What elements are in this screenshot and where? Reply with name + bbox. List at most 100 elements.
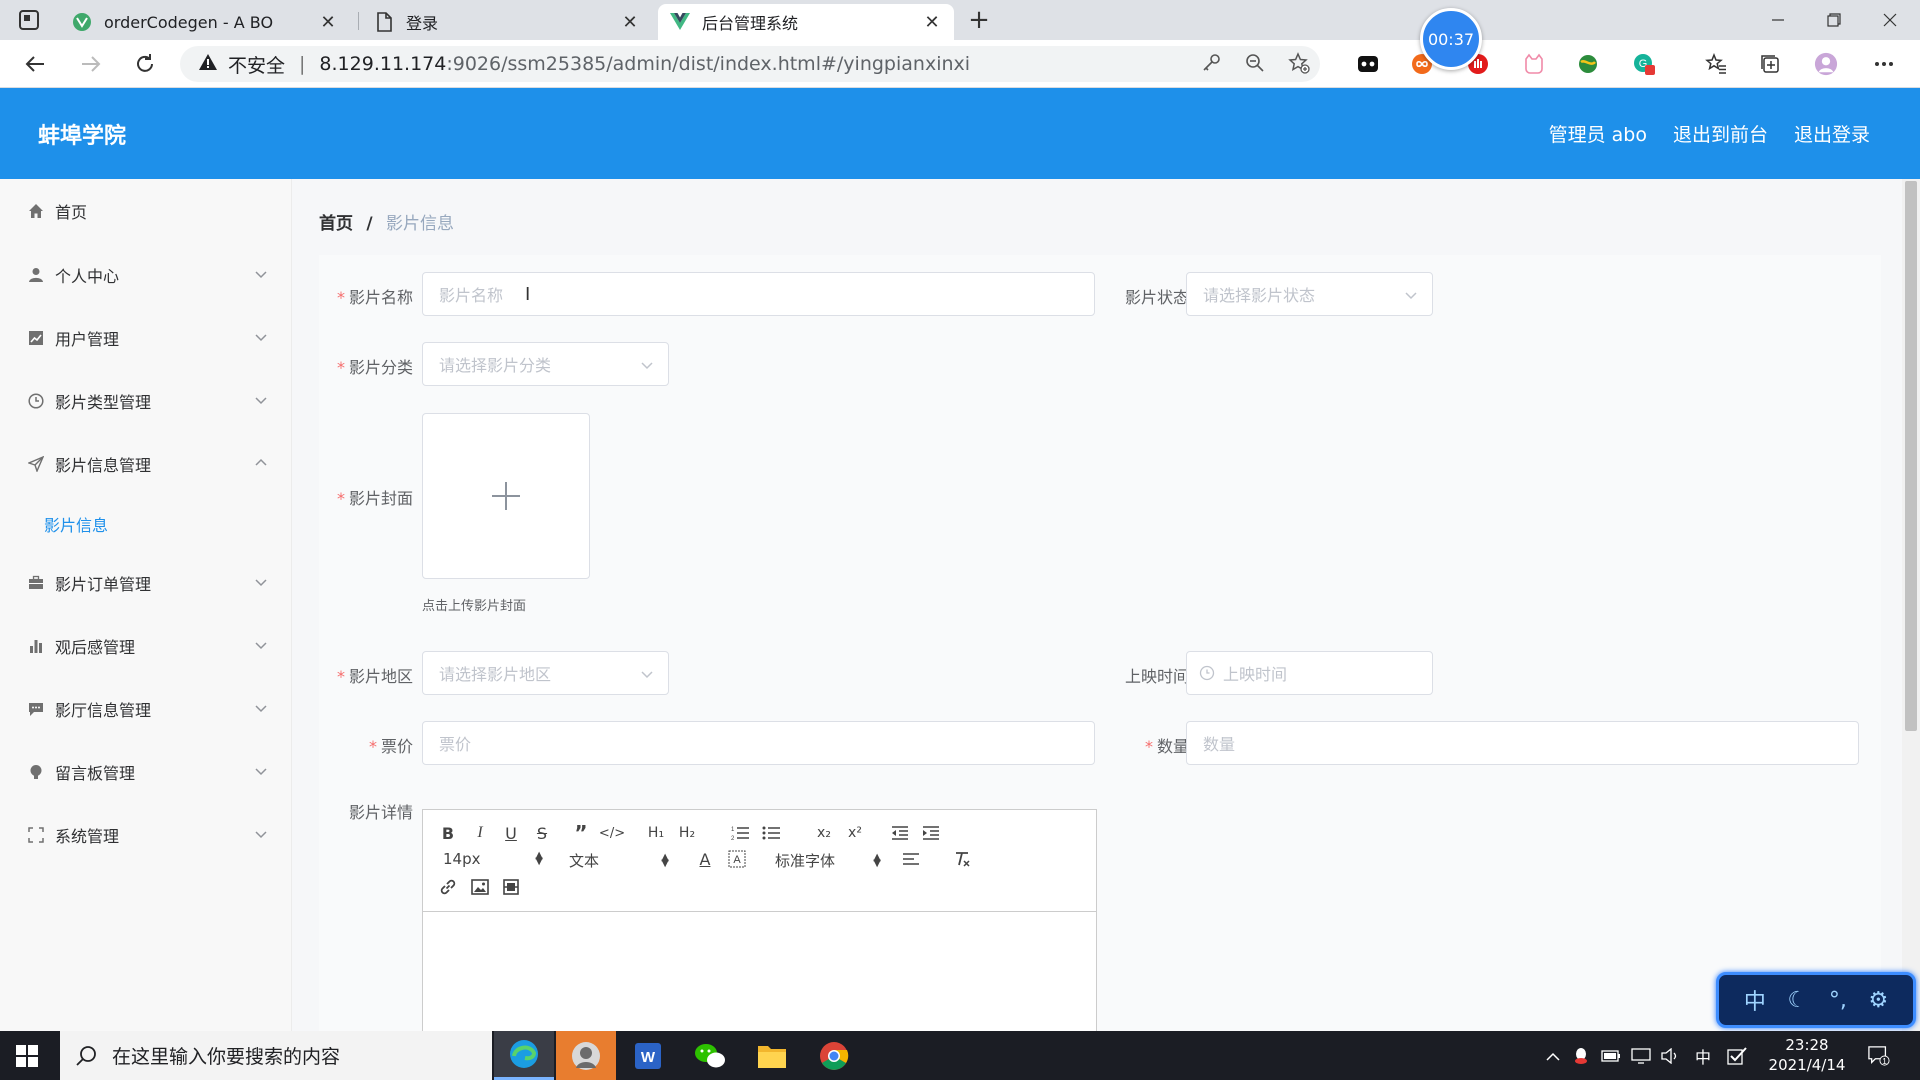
subscript-icon[interactable]: x₂ (813, 822, 835, 844)
favorites-icon[interactable] (1704, 52, 1728, 76)
new-tab-button[interactable]: + (964, 6, 994, 36)
indent-icon[interactable] (920, 822, 942, 844)
video-icon[interactable] (500, 876, 522, 898)
film-name-input[interactable]: 影片名称 I (422, 272, 1095, 316)
windows-start-icon[interactable] (16, 1045, 38, 1067)
outdent-icon[interactable] (889, 822, 911, 844)
logout-link[interactable]: 退出登录 (1794, 120, 1870, 147)
browser-tab-login[interactable]: 登录 ✕ (362, 4, 652, 40)
tray-network-icon[interactable] (1630, 1045, 1652, 1067)
taskbar-search[interactable]: 在这里输入你要搜索的内容 (60, 1031, 492, 1080)
tray-expand-icon[interactable] (1542, 1045, 1564, 1067)
strikethrough-icon[interactable]: S (531, 822, 553, 844)
film-region-select[interactable]: 请选择影片地区 (422, 651, 669, 695)
italic-icon[interactable]: I (469, 822, 491, 844)
heading-2-icon[interactable]: H₂ (676, 822, 698, 844)
release-time-picker[interactable]: 上映时间 (1186, 651, 1433, 695)
punctuation-icon[interactable]: °, (1829, 988, 1847, 1013)
extension-cat-icon[interactable] (1522, 52, 1546, 76)
taskbar-word-icon[interactable]: W (618, 1031, 678, 1080)
extension-g-icon[interactable]: G (1632, 52, 1656, 76)
ticket-price-input[interactable]: 票价 (422, 721, 1095, 765)
sidebar-item-message-board[interactable]: 留言板管理 (0, 752, 292, 792)
sidebar-item-home[interactable]: 首页 (0, 191, 292, 231)
taskbar-wechat-icon[interactable] (680, 1031, 740, 1080)
close-tab-icon[interactable]: ✕ (922, 12, 942, 33)
text-style-select[interactable]: 文本 ▲ ▼ (569, 850, 669, 871)
background-color-icon[interactable]: A (726, 848, 748, 870)
sidebar-item-system[interactable]: 系统管理 (0, 815, 292, 855)
breadcrumb-home[interactable]: 首页 (319, 214, 353, 234)
font-family-select[interactable]: 标准字体 ▲ ▼ (775, 850, 881, 871)
film-category-select[interactable]: 请选择影片分类 (422, 342, 669, 386)
tray-qq-icon[interactable] (1570, 1045, 1592, 1067)
taskbar-clock[interactable]: 23:28 2021/4/14 (1764, 1035, 1850, 1075)
link-icon[interactable] (437, 876, 459, 898)
taskbar-edge-icon[interactable] (494, 1031, 554, 1080)
collections-icon[interactable] (1758, 52, 1782, 76)
underline-icon[interactable]: U (500, 822, 522, 844)
address-bar[interactable]: 不安全 | 8.129.11.174 :9026/ssm25385/admin/… (180, 46, 1320, 82)
align-icon[interactable] (900, 848, 922, 870)
close-window-button[interactable] (1862, 0, 1918, 40)
bold-icon[interactable]: B (437, 822, 459, 844)
sidebar-item-orders[interactable]: 影片订单管理 (0, 563, 292, 603)
sidebar-item-reviews[interactable]: 观后感管理 (0, 626, 292, 666)
forward-button[interactable] (76, 49, 106, 79)
zoom-out-icon[interactable] (1244, 52, 1266, 79)
close-tab-icon[interactable]: ✕ (318, 12, 338, 33)
recording-timer[interactable]: 00:37 (1420, 8, 1482, 70)
image-icon[interactable] (469, 876, 491, 898)
page-scrollbar[interactable] (1902, 179, 1920, 1031)
font-size-select[interactable]: 14px ▲ ▼ (443, 850, 543, 868)
quantity-input[interactable]: 数量 (1186, 721, 1859, 765)
more-menu-icon[interactable] (1872, 52, 1896, 76)
ime-language-toggle[interactable]: 中 (1744, 984, 1766, 1016)
taskbar-chrome-icon[interactable] (804, 1031, 864, 1080)
heading-1-icon[interactable]: H₁ (645, 822, 667, 844)
code-block-icon[interactable]: </> (599, 822, 625, 844)
scrollbar-thumb[interactable] (1905, 181, 1917, 731)
profile-avatar-icon[interactable] (1814, 52, 1838, 76)
minimize-window-button[interactable] (1750, 0, 1806, 40)
film-status-select[interactable]: 请选择影片状态 (1186, 272, 1433, 316)
bullet-list-icon[interactable] (760, 822, 782, 844)
sidebar-item-profile[interactable]: 个人中心 (0, 255, 292, 295)
add-favorite-icon[interactable] (1288, 52, 1310, 79)
clear-format-icon[interactable] (951, 848, 973, 870)
browser-tab-admin[interactable]: 后台管理系统 ✕ (658, 4, 954, 40)
browser-tab-ordercodegen[interactable]: orderCodegen - A BO ✕ (60, 4, 350, 40)
notification-center-icon[interactable]: 1 (1868, 1045, 1890, 1067)
sidebar-item-halls[interactable]: 影厅信息管理 (0, 689, 292, 729)
rich-text-editor[interactable]: B I U S ” </> H₁ H₂ 12 x₂ x² 14px ▲ ▼ 文本… (422, 809, 1097, 1049)
extension-globe-icon[interactable] (1576, 52, 1600, 76)
cover-upload-box[interactable] (422, 413, 590, 579)
close-tab-icon[interactable]: ✕ (620, 12, 640, 33)
release-time-label: 上映时间 (1124, 667, 1189, 686)
warning-icon[interactable] (198, 53, 218, 76)
ime-toolbar[interactable]: 中 ☾ °, ⚙ (1716, 972, 1916, 1028)
back-button[interactable] (20, 49, 50, 79)
font-color-icon[interactable]: A (694, 848, 716, 870)
to-front-link[interactable]: 退出到前台 (1673, 120, 1768, 147)
sidebar-item-film-info-manage[interactable]: 影片信息管理 (0, 444, 292, 484)
reload-button[interactable] (130, 49, 160, 79)
sidebar-subitem-film-info[interactable]: 影片信息 (44, 512, 108, 536)
sidebar-item-film-types[interactable]: 影片类型管理 (0, 381, 292, 421)
ordered-list-icon[interactable]: 12 (729, 822, 751, 844)
sidebar-item-users[interactable]: 用户管理 (0, 318, 292, 358)
blockquote-icon[interactable]: ” (570, 821, 592, 845)
tab-actions-icon[interactable] (18, 9, 40, 31)
tray-check-icon[interactable] (1726, 1045, 1748, 1067)
superscript-icon[interactable]: x² (844, 822, 866, 844)
extension-theater-icon[interactable] (1356, 52, 1380, 76)
taskbar-explorer-icon[interactable] (742, 1031, 802, 1080)
restore-window-button[interactable] (1806, 0, 1862, 40)
tray-ime-language[interactable]: 中 (1692, 1045, 1714, 1067)
gear-icon[interactable]: ⚙ (1868, 988, 1888, 1013)
tray-battery-icon[interactable] (1600, 1045, 1622, 1067)
key-icon[interactable] (1200, 52, 1222, 79)
moon-icon[interactable]: ☾ (1787, 988, 1807, 1013)
tray-volume-icon[interactable] (1660, 1045, 1682, 1067)
taskbar-app-avatar-icon[interactable] (556, 1031, 616, 1080)
